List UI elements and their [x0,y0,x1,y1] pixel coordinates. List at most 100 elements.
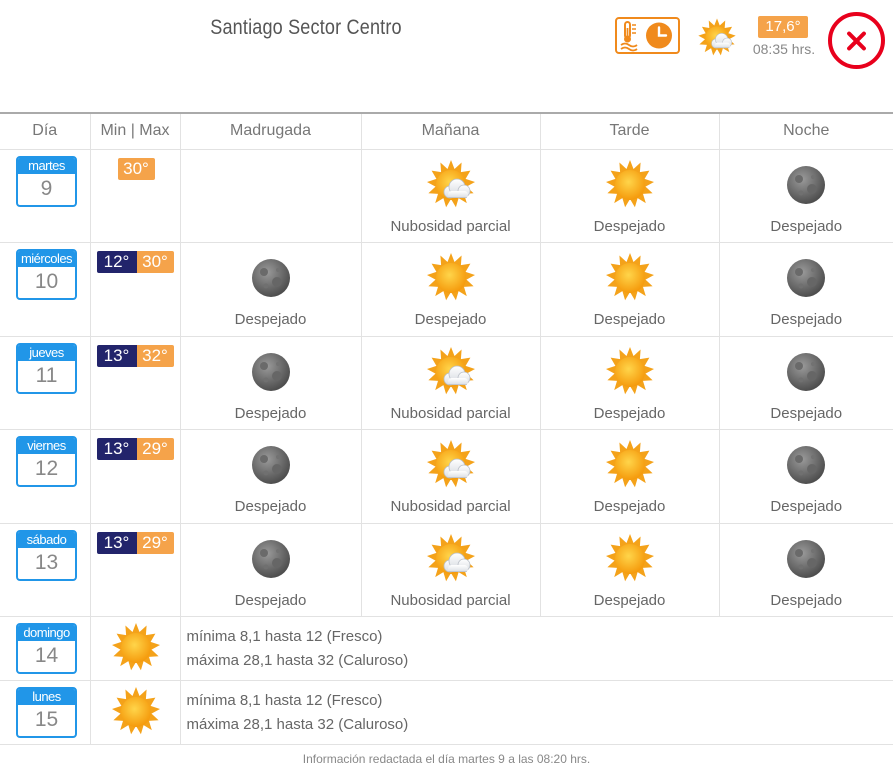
sun-icon [109,621,163,675]
condition-label: Despejado [770,404,843,422]
condition-cell: Nubosidad parcial [361,336,541,431]
condition-cell: Despejado [180,523,362,618]
forecast-table: Día Min | Max Madrugada Mañana Tarde Noc… [0,112,893,746]
max-temp-badge: 29° [136,438,174,461]
column-header-madrugada: Madrugada [180,113,362,150]
summary-icon-cell [90,616,181,682]
condition-cell: Nubosidad parcial [361,149,541,244]
table-row: lunes 15 mínima 8,1 hasta 12 (Fresco) máxim… [0,680,893,746]
day-number: 10 [34,270,59,294]
table-row: martes 9 30° Nubosidad parcial Despejado Desp… [0,149,893,244]
moon-icon [779,345,833,399]
column-header-day: Día [0,113,91,150]
condition-label: Despejado [234,498,307,516]
day-name: martes [18,157,75,174]
page-title: Santiago Sector Centro [210,16,402,39]
condition-cell: Despejado [540,336,720,431]
moon-icon [779,532,833,586]
calendar-date: viernes 12 [16,436,77,488]
max-temp-badge: 32° [136,344,174,367]
condition-cell: Despejado [719,429,893,524]
condition-label: Nubosidad parcial [390,591,511,609]
max-temp-badge: 30° [117,157,155,180]
temperature-range: 13° 29° [96,438,174,461]
minmax-cell: 12° 30° [90,242,181,337]
summary-max-text: máxima 28,1 hasta 32 (Caluroso) [186,716,409,734]
day-number: 13 [34,550,59,574]
day-cell: lunes 15 [0,680,91,746]
moon-icon [779,158,833,212]
day-name: viernes [18,438,75,455]
condition-label: Despejado [593,217,666,235]
summary-min-text: mínima 8,1 hasta 12 (Fresco) [186,628,383,646]
day-cell: martes 9 [0,149,91,244]
min-temp-badge: 13° [96,438,137,461]
column-header-manana: Mañana [361,113,541,150]
min-temp-badge: 13° [96,531,137,554]
condition-cell-empty [180,149,362,244]
condition-label: Nubosidad parcial [390,498,511,516]
moon-icon [244,438,298,492]
condition-label: Despejado [593,404,666,422]
day-name: sábado [18,531,75,548]
minmax-cell: 30° [90,149,181,244]
column-header-tarde: Tarde [540,113,720,150]
table-header-row: Día Min | Max Madrugada Mañana Tarde Noc… [0,113,893,150]
minmax-cell: 13° 29° [90,523,181,618]
day-name: jueves [18,344,75,361]
day-cell: domingo 14 [0,616,91,682]
close-button[interactable] [828,12,885,69]
minmax-cell: 13° 29° [90,429,181,524]
calendar-date: domingo 14 [16,623,77,675]
condition-cell: Despejado [719,242,893,337]
summary-icon-cell [90,680,181,746]
calendar-date: miércoles 10 [16,249,77,301]
moon-icon [244,532,298,586]
condition-label: Despejado [234,591,307,609]
calendar-date: sábado 13 [16,529,77,581]
condition-cell: Despejado [719,523,893,618]
partly-cloudy-icon [424,158,478,212]
summary-max-text: máxima 28,1 hasta 32 (Caluroso) [186,652,409,670]
condition-label: Nubosidad parcial [390,217,511,235]
table-row: sábado 13 13° 29° Despejado Nubosidad parcial… [0,523,893,618]
current-time: 08:35 hrs. [752,41,816,57]
sun-icon [603,345,657,399]
condition-label: Despejado [593,498,666,516]
condition-cell: Despejado [540,429,720,524]
condition-cell: Despejado [540,149,720,244]
day-name: miércoles [18,251,75,268]
condition-label: Despejado [770,591,843,609]
max-temp-badge: 29° [136,531,174,554]
condition-cell: Despejado [540,523,720,618]
sun-icon [603,158,657,212]
footer-note: Información redactada el día martes 9 a … [302,752,591,766]
condition-label: Despejado [234,311,307,329]
summary-min-text: mínima 8,1 hasta 12 (Fresco) [186,692,383,710]
calendar-date: martes 9 [16,155,77,207]
condition-cell: Nubosidad parcial [361,523,541,618]
condition-cell: Despejado [180,336,362,431]
column-header-noche: Noche [719,113,893,150]
table-row: jueves 11 13° 32° Despejado Nubosidad parcial… [0,336,893,431]
condition-cell: Despejado [719,336,893,431]
day-number: 11 [35,363,58,387]
day-number: 15 [34,708,59,732]
temperature-range: 12° 30° [96,251,174,274]
condition-cell: Nubosidad parcial [361,429,541,524]
table-row: viernes 12 13° 29° Despejado Nubosidad parcia… [0,429,893,524]
temperature-range: 13° 32° [96,344,174,367]
partly-cloudy-icon [424,532,478,586]
table-row: domingo 14 mínima 8,1 hasta 12 (Fresco) máx… [0,616,893,682]
day-name: domingo [18,625,75,642]
day-number: 9 [40,176,53,200]
table-row: miércoles 10 12° 30° Despejado Despejado Despe… [0,242,893,337]
thermometer-clock-icon[interactable] [615,17,680,54]
sun-icon [603,532,657,586]
condition-cell: Despejado [180,429,362,524]
min-temp-badge: 13° [96,344,137,367]
day-cell: jueves 11 [0,336,91,431]
max-temp-badge: 30° [136,251,174,274]
current-temperature: 17,6° [758,16,808,38]
day-cell: sábado 13 [0,523,91,618]
